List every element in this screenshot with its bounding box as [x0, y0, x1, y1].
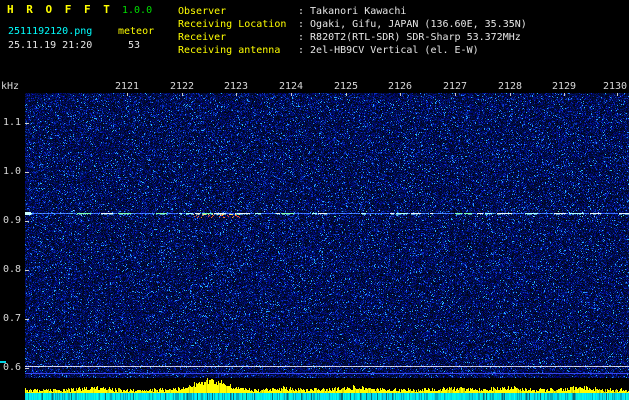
info-label: Receiving antenna	[178, 45, 281, 56]
info-value: : Takanori Kawachi	[298, 6, 407, 17]
freq-tick-label: 0.9	[2, 215, 21, 226]
info-label: Observer	[178, 6, 227, 17]
info-value: : R820T2(RTL-SDR) SDR-Sharp 53.372MHz	[298, 32, 521, 43]
left-edge-marker	[0, 361, 6, 363]
time-tick-label: 2130	[602, 81, 628, 92]
freq-tick-label: 1.1	[2, 117, 21, 128]
mode-label: meteor	[118, 26, 155, 37]
time-tick-label: 2126	[387, 81, 413, 92]
datetime-label: 25.11.19 21:20	[8, 40, 93, 51]
info-value: : Ogaki, Gifu, JAPAN (136.60E, 35.35N)	[298, 19, 527, 30]
info-value: : 2el-HB9CV Vertical (el. E-W)	[298, 45, 479, 56]
info-row-receiver: Receiver : R820T2(RTL-SDR) SDR-Sharp 53.3…	[178, 32, 527, 45]
hrofft-window: H R O F F T 1.0.0 2511192120.png meteor …	[0, 0, 629, 400]
app-title: H R O F F T	[7, 3, 113, 16]
station-info: Observer : Takanori Kawachi Receiving Loc…	[178, 6, 527, 58]
info-label: Receiver	[178, 32, 227, 43]
time-tick-label: 2127	[442, 81, 468, 92]
signal-level-canvas	[25, 378, 629, 400]
app-version: 1.0.0	[122, 5, 153, 16]
time-tick-label: 2122	[169, 81, 195, 92]
spectrogram-canvas	[25, 93, 629, 378]
info-label: Receiving Location	[178, 19, 287, 30]
output-filename: 2511192120.png	[8, 26, 93, 37]
info-row-location: Receiving Location : Ogaki, Gifu, JAPAN (…	[178, 19, 527, 32]
freq-tick-label: 1.0	[2, 166, 21, 177]
time-tick-label: 2128	[497, 81, 523, 92]
time-tick-label: 2121	[114, 81, 140, 92]
freq-unit-label: kHz	[1, 81, 20, 92]
info-row-antenna: Receiving antenna : 2el-HB9CV Vertical (e…	[178, 45, 527, 58]
time-tick-label: 2129	[551, 81, 577, 92]
time-tick-label: 2124	[278, 81, 304, 92]
time-tick-label: 2125	[333, 81, 359, 92]
echo-count: 53	[128, 40, 141, 51]
time-tick-label: 2123	[223, 81, 249, 92]
freq-tick-label: 0.8	[2, 264, 21, 275]
freq-tick-label: 0.6	[2, 362, 21, 373]
info-row-observer: Observer : Takanori Kawachi	[178, 6, 527, 19]
freq-tick-label: 0.7	[2, 313, 21, 324]
